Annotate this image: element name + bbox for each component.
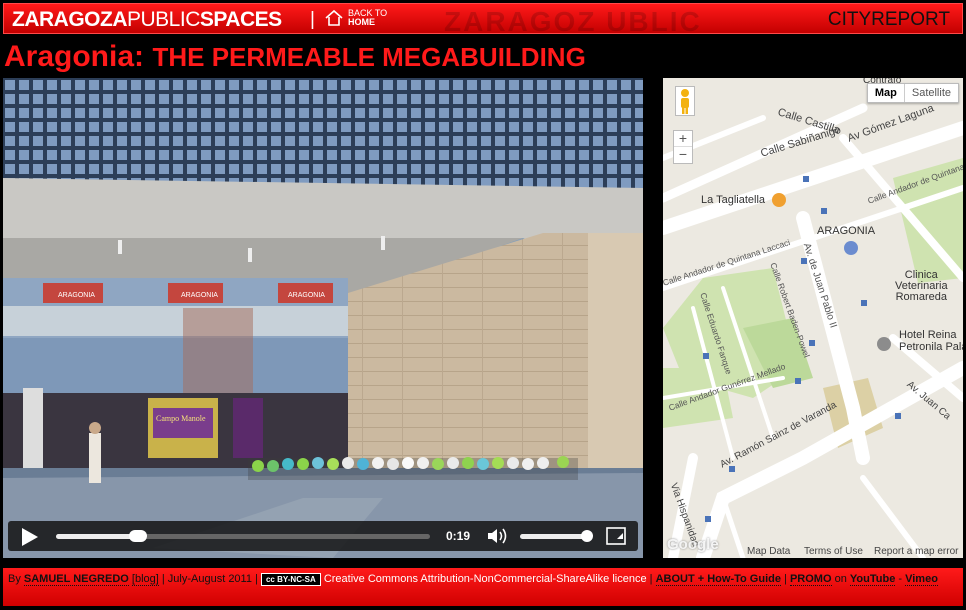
header-bar: ZARAGOZ UBLIC ZARAGOZAPUBLICSPACES | BAC… <box>3 3 963 34</box>
footer-pipe-1: | <box>649 573 653 585</box>
cityreport-logo[interactable]: CITYREPORT <box>828 9 950 31</box>
cc-license-badge[interactable]: cc BY-NC-SA <box>260 572 321 586</box>
sign-aragonia-3: ARAGONIA <box>288 292 325 299</box>
fullscreen-icon[interactable] <box>606 527 626 545</box>
map-data-link[interactable]: Map Data <box>747 546 790 557</box>
street-view-pegman-icon[interactable] <box>675 86 695 116</box>
header-separator: | <box>310 9 315 30</box>
home-label: HOME <box>348 17 375 27</box>
map-label-la-tagliatella: La Tagliatella <box>701 194 766 206</box>
footer-bar: By SAMUEL NEGREDO [blog] | July-August 2… <box>3 568 963 606</box>
map-type-satellite-button[interactable]: Satellite <box>905 84 958 102</box>
license-text[interactable]: Creative Commons Attribution-NonCommerci… <box>324 573 647 585</box>
footer-on: on <box>834 573 847 585</box>
zoom-control: + − <box>673 130 693 164</box>
blog-link[interactable]: [blog] <box>131 573 159 586</box>
site-logo[interactable]: ZARAGOZAPUBLICSPACES <box>12 8 282 32</box>
zoom-in-button[interactable]: + <box>674 131 692 147</box>
video-frame: ARAGONIA ARAGONIA ARAGONIA Campo Manole <box>3 78 643 558</box>
back-to-home-link[interactable]: BACK TO HOME <box>324 9 387 27</box>
restaurant-marker <box>772 193 786 207</box>
author-link[interactable]: SAMUEL NEGREDO <box>23 573 129 586</box>
current-time: 0:19 <box>446 529 471 543</box>
map-type-toggle: Map Satellite <box>866 83 959 103</box>
video-player[interactable]: ARAGONIA ARAGONIA ARAGONIA Campo Manole <box>3 78 643 558</box>
zoom-out-button[interactable]: − <box>674 147 692 163</box>
brand-zaragoza: ZARAGOZA <box>12 8 128 31</box>
shop-sign: Campo Manole <box>156 414 206 423</box>
title-place: Aragonia: <box>4 40 145 73</box>
seek-bar[interactable] <box>56 530 430 542</box>
volume-icon[interactable] <box>486 527 510 545</box>
map-label-hotel: Hotel Reina Petronila Pala <box>899 329 963 353</box>
play-button[interactable] <box>22 528 38 546</box>
seek-bar-handle[interactable] <box>129 530 148 542</box>
about-link[interactable]: ABOUT + How-To Guide <box>655 573 781 586</box>
footer-dash: - <box>898 573 903 585</box>
map-label-aragonia: ARAGONIA <box>817 225 876 237</box>
seek-bar-progress <box>56 534 139 539</box>
promo-link[interactable]: PROMO <box>789 573 832 586</box>
page-title: Aragonia: THE PERMEABLE MEGABUILDING <box>4 40 586 74</box>
cityreport-report: REPORT <box>871 9 950 30</box>
youtube-link[interactable]: YouTube <box>849 573 896 586</box>
report-map-error-link[interactable]: Report a map error <box>874 546 958 557</box>
terrace-chairs <box>248 456 578 480</box>
cityreport-city: CITY <box>827 9 872 30</box>
footer-pipe-2: | <box>784 573 787 585</box>
title-subtitle: THE PERMEABLE MEGABUILDING <box>152 42 586 72</box>
map-type-map-button[interactable]: Map <box>868 84 905 102</box>
hotel-marker <box>877 337 891 351</box>
brand-public: PUBLIC <box>127 8 200 31</box>
map-footer: Map Data Terms of Use Report a map error <box>663 544 963 558</box>
volume-handle[interactable] <box>580 530 593 542</box>
header-ghost-text: ZARAGOZ UBLIC <box>444 6 702 34</box>
video-controls: 0:19 <box>8 521 638 551</box>
map-embed[interactable]: Map Satellite + − Contrafo Calle Castill… <box>663 78 963 558</box>
home-icon <box>325 9 343 26</box>
vimeo-link[interactable]: Vimeo <box>905 573 938 586</box>
sign-aragonia-1: ARAGONIA <box>58 292 95 299</box>
footer-by: By <box>8 573 21 585</box>
terms-of-use-link[interactable]: Terms of Use <box>804 546 863 557</box>
volume-slider[interactable] <box>520 530 593 542</box>
sign-aragonia-2: ARAGONIA <box>181 292 218 299</box>
brand-spaces: SPACES <box>199 8 282 31</box>
aragonia-marker <box>844 241 858 255</box>
map-label-clinica: Clinica Veterinaria Romareda <box>895 269 948 303</box>
footer-date: | July-August 2011 | <box>161 573 258 585</box>
map-label-contrafo: Contrafo <box>863 78 902 86</box>
